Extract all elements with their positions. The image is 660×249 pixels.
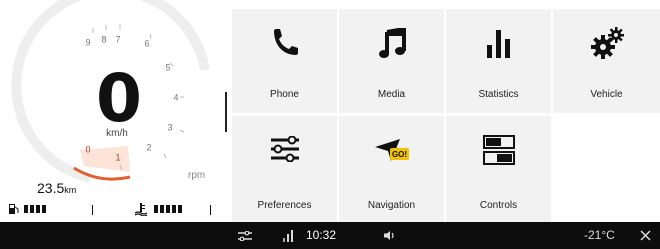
odometer-unit: km — [64, 185, 77, 195]
gears-icon — [590, 27, 624, 59]
coolant-bars-bar — [178, 205, 182, 213]
status-bar: 10:32 -21°C — [0, 222, 660, 249]
signal-strength-icon — [283, 230, 293, 242]
bar-chart-icon — [486, 30, 510, 58]
speed-value: 0 — [96, 60, 142, 137]
rpm-unit: rpm — [188, 170, 206, 181]
gauge-number-0: 0 — [85, 144, 91, 155]
tile-preferences[interactable]: Preferences — [232, 116, 337, 222]
levels-row — [8, 203, 218, 216]
tile-navigation-label: Navigation — [367, 200, 416, 211]
gauge-number-4: 4 — [173, 92, 179, 103]
navigation-go-badge: GO! — [391, 150, 406, 159]
coolant-max-tick — [210, 205, 211, 215]
gauge-number-8: 8 — [101, 34, 107, 45]
gauge-number-6: 6 — [144, 38, 150, 49]
tile-statistics[interactable]: Statistics — [446, 9, 551, 113]
music-note-icon — [378, 28, 406, 58]
coolant-bars-bar — [166, 205, 170, 213]
gauge-number-5: 5 — [165, 62, 171, 73]
navigation-arrow-icon: GO! — [374, 139, 409, 161]
tile-vehicle-label: Vehicle — [590, 89, 623, 100]
gauge-number-3: 3 — [167, 122, 173, 133]
tile-media[interactable]: Media — [339, 9, 444, 113]
fuel-bars-bar — [24, 205, 28, 213]
instrument-cluster: 9 8 7 6 5 4 3 2 1 0 0 km/h rpm 23.5km — [0, 0, 232, 222]
tile-statistics-label: Statistics — [478, 89, 519, 100]
tile-controls-label: Controls — [479, 200, 518, 211]
quick-settings-icon[interactable] — [238, 231, 252, 241]
phone-icon — [273, 29, 298, 55]
coolant-bars-bar — [160, 205, 164, 213]
coolant-bars-bar — [172, 205, 176, 213]
speed-unit: km/h — [106, 128, 128, 139]
gauge-number-1: 1 — [115, 152, 121, 163]
tile-empty-slot — [553, 116, 660, 222]
fuel-bars-bar — [36, 205, 40, 213]
gauge-number-7: 7 — [115, 34, 121, 45]
volume-icon[interactable] — [384, 230, 396, 241]
status-clock: 10:32 — [306, 228, 337, 242]
gauge-number-9: 9 — [85, 37, 91, 48]
fuel-bars-bar — [30, 205, 34, 213]
coolant-temperature-icon — [134, 203, 148, 216]
fuel-bars-bar — [42, 205, 46, 213]
odometer: 23.5km — [37, 180, 76, 196]
cluster-divider — [225, 92, 227, 132]
tile-phone-label: Phone — [270, 89, 299, 100]
outside-temperature: -21°C — [584, 228, 615, 242]
tile-controls[interactable]: Controls — [446, 116, 551, 222]
tile-media-label: Media — [377, 89, 406, 100]
gauge-number-2: 2 — [146, 142, 152, 153]
tile-vehicle[interactable]: Vehicle — [553, 9, 660, 113]
sliders-icon — [270, 136, 299, 162]
tile-phone[interactable]: Phone — [232, 9, 337, 113]
close-icon[interactable] — [640, 230, 651, 241]
tile-preferences-label: Preferences — [257, 200, 312, 211]
fuel-quarter-tick — [92, 205, 93, 215]
controls-icon — [482, 135, 515, 165]
coolant-bars-bar — [154, 205, 158, 213]
fuel-pump-icon — [9, 204, 19, 214]
tile-navigation[interactable]: GO! Navigation — [339, 116, 444, 222]
app-grid: Phone Media Statistics Vehicle Preferenc… — [232, 9, 660, 222]
odometer-value: 23.5 — [37, 180, 65, 196]
